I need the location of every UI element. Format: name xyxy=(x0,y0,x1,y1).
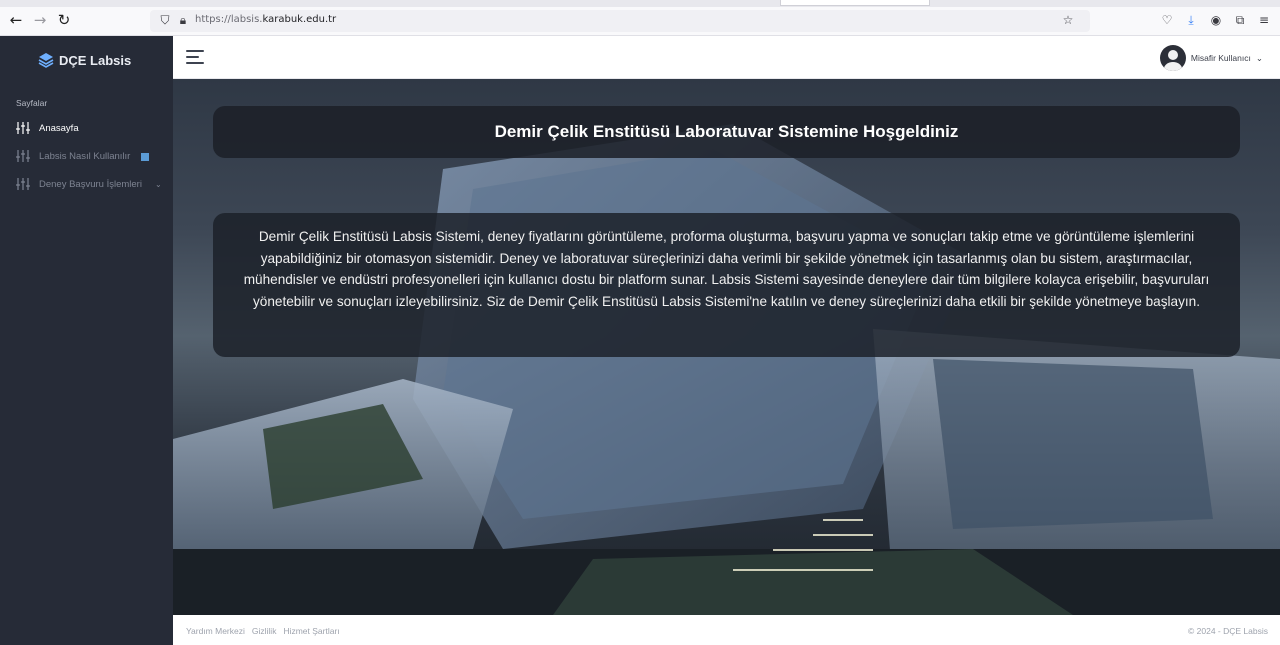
lock-icon[interactable]: 🔒︎ xyxy=(176,13,190,27)
page-title: Demir Çelik Enstitüsü Laboratuvar Sistem… xyxy=(494,122,959,141)
top-header: Misafir Kullanıcı ⌄ xyxy=(173,36,1280,79)
welcome-title: Demir Çelik Enstitüsü Laboratuvar Sistem… xyxy=(213,106,1240,158)
description-text: Demir Çelik Enstitüsü Labsis Sistemi, de… xyxy=(243,229,1210,309)
sidebar-item-applications[interactable]: Deney Başvuru İşlemleri ⌄ xyxy=(16,177,162,191)
brand-name: DÇE Labsis xyxy=(59,52,132,68)
url-text[interactable]: https://labsis.karabuk.edu.tr xyxy=(195,14,336,25)
browser-tab[interactable] xyxy=(780,0,930,6)
bookmark-star-icon[interactable]: ☆ xyxy=(1061,13,1075,27)
account-icon[interactable]: ◉ xyxy=(1209,13,1223,27)
sliders-icon xyxy=(16,150,30,162)
footer-links: Yardım Merkezi Gizlilik Hizmet Şartları xyxy=(186,626,340,636)
sidebar-item-home[interactable]: Anasayfa xyxy=(16,121,79,135)
sidebar-item-label: Labsis Nasıl Kullanılır xyxy=(39,150,131,162)
browser-toolbar: ← → ↻ ⛉ 🔒︎ https://labsis.karabuk.edu.tr… xyxy=(0,0,1280,36)
sliders-icon xyxy=(16,122,30,134)
footer-link-privacy[interactable]: Gizlilik xyxy=(252,626,277,636)
chevron-down-icon: ⌄ xyxy=(154,179,162,189)
download-icon[interactable]: ⤓ xyxy=(1184,13,1198,27)
layers-icon xyxy=(38,53,54,68)
shield-icon[interactable]: ⛉ xyxy=(158,13,172,27)
sidebar-item-label: Anasayfa xyxy=(39,122,79,134)
hero-section: Demir Çelik Enstitüsü Laboratuvar Sistem… xyxy=(173,79,1280,615)
user-name: Misafir Kullanıcı xyxy=(1190,53,1251,63)
copyright: © 2024 - DÇE Labsis xyxy=(1188,626,1268,636)
footer-link-terms[interactable]: Hizmet Şartları xyxy=(283,626,339,636)
avatar xyxy=(1159,45,1186,71)
sliders-icon xyxy=(16,178,30,190)
chevron-down-icon: ⌄ xyxy=(1255,52,1263,63)
hamburger-menu-icon[interactable] xyxy=(186,50,204,65)
sidebar-item-how-to-use[interactable]: Labsis Nasıl Kullanılır xyxy=(16,149,150,163)
brand[interactable]: DÇE Labsis xyxy=(38,51,131,69)
sidebar: DÇE Labsis Sayfalar Anasayfa Labsis Nası… xyxy=(0,36,173,645)
reload-icon[interactable]: ↻ xyxy=(56,12,72,28)
description-card: Demir Çelik Enstitüsü Labsis Sistemi, de… xyxy=(213,213,1240,357)
forward-icon[interactable]: → xyxy=(32,12,48,28)
footer-link-help-center[interactable]: Yardım Merkezi xyxy=(186,626,245,636)
extensions-icon[interactable]: ⧉ xyxy=(1233,13,1247,27)
sidebar-heading: Sayfalar xyxy=(16,98,48,108)
footer: Yardım Merkezi Gizlilik Hizmet Şartları … xyxy=(173,615,1280,645)
sidebar-item-label: Deney Başvuru İşlemleri xyxy=(39,178,142,190)
user-menu[interactable]: Misafir Kullanıcı ⌄ xyxy=(1159,45,1263,71)
pocket-icon[interactable]: ♡ xyxy=(1160,13,1174,27)
back-icon[interactable]: ← xyxy=(8,12,24,28)
tab-strip xyxy=(0,0,1280,7)
menu-icon[interactable]: ≡ xyxy=(1257,13,1271,27)
play-icon xyxy=(141,153,150,161)
